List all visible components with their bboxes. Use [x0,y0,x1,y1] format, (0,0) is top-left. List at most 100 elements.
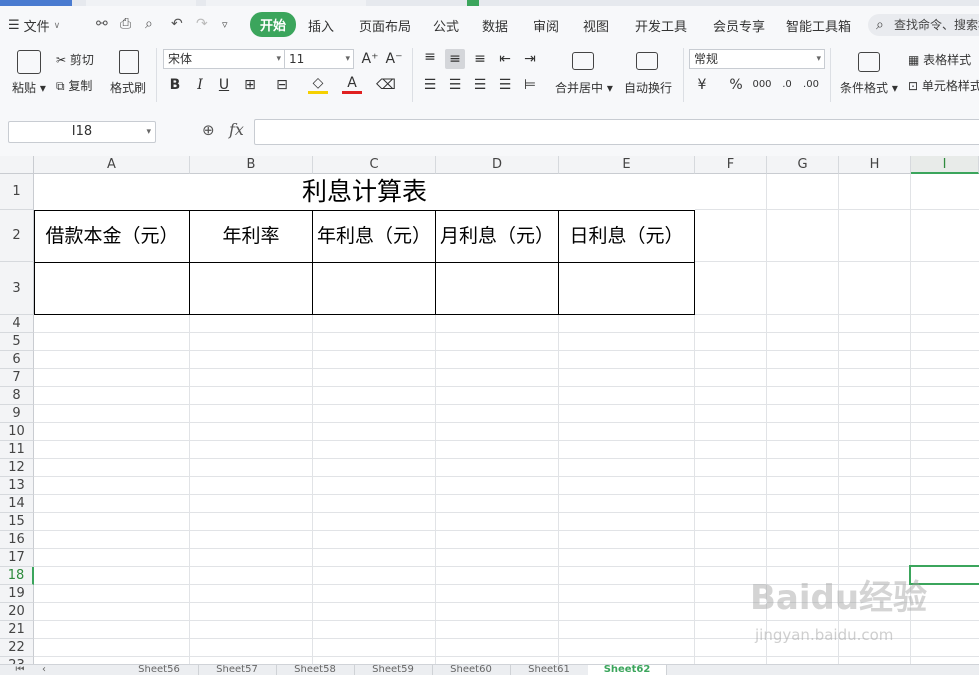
row-header-10[interactable]: 10 [0,423,34,441]
row-header-19[interactable]: 19 [0,585,34,603]
bold-icon[interactable]: B [165,75,185,95]
row-header-16[interactable]: 16 [0,531,34,549]
select-all-corner[interactable] [0,156,34,174]
redo-icon[interactable]: ↷ [196,16,208,32]
print-icon[interactable]: ⎙ [120,16,131,32]
formula-input[interactable] [254,119,979,145]
table-style-button[interactable]: ▦ 表格样式 [908,51,971,68]
column-header-c[interactable]: C [313,156,436,174]
tab-member[interactable]: 会员专享 [713,16,765,35]
tab-page-layout[interactable]: 页面布局 [359,16,411,35]
quick-access-dropdown-icon[interactable]: ▿ [222,18,228,31]
header-cell-annual-rate[interactable]: 年利率 [189,210,313,263]
row-header-7[interactable]: 7 [0,369,34,387]
column-header-f[interactable]: F [695,156,767,174]
tab-review[interactable]: 审阅 [533,16,559,35]
zoom-icon[interactable]: ⊕ [202,121,215,139]
align-center-icon[interactable]: ☰ [445,75,465,95]
row-header-21[interactable]: 21 [0,621,34,639]
align-bottom-icon[interactable]: ≡ [470,49,490,69]
copy-button[interactable]: ⧉ 复制 [56,77,92,94]
cell-style-button[interactable]: ⊡ 单元格样式 [908,77,979,94]
column-header-i[interactable]: I [911,156,979,174]
row-header-3[interactable]: 3 [0,262,34,315]
fx-icon[interactable]: fx [229,120,244,139]
row-header-9[interactable]: 9 [0,405,34,423]
increase-decimal-icon[interactable]: .0 [777,75,797,95]
row-header-17[interactable]: 17 [0,549,34,567]
align-right-icon[interactable]: ☰ [470,75,490,95]
row-header-4[interactable]: 4 [0,315,34,333]
wrap-text-button[interactable]: 自动换行 [624,79,672,96]
header-cell-daily-interest[interactable]: 日利息（元） [558,210,695,263]
eraser-icon[interactable]: ⌫ [376,75,396,95]
decrease-decimal-icon[interactable]: .00 [801,75,821,95]
data-cell-principal[interactable] [34,262,190,315]
header-cell-annual-interest[interactable]: 年利息（元） [312,210,436,263]
paste-icon[interactable] [17,50,41,74]
percent-icon[interactable]: % [726,75,746,95]
tab-insert[interactable]: 插入 [308,16,334,35]
row-header-1[interactable]: 1 [0,174,34,210]
header-cell-monthly-interest[interactable]: 月利息（元） [435,210,559,263]
align-middle-icon[interactable]: ≡ [445,49,465,69]
font-name-select[interactable]: 宋体 ▾ [163,49,285,69]
command-search-input[interactable]: ⌕ 查找命令、搜索模板 [868,14,979,36]
file-menu[interactable]: ☰ 文件 ∨ [8,16,60,35]
column-header-b[interactable]: B [190,156,313,174]
wrap-text-icon[interactable] [636,52,658,70]
distributed-icon[interactable]: ⊨ [520,75,540,95]
increase-indent-icon[interactable]: ⇥ [520,49,540,69]
row-header-12[interactable]: 12 [0,459,34,477]
paste-button[interactable]: 粘贴 ▾ [12,79,46,96]
column-header-e[interactable]: E [559,156,695,174]
row-header-23[interactable]: 23 [0,657,34,664]
format-painter-icon[interactable] [119,50,139,74]
name-box[interactable]: I18 ▾ [8,121,156,143]
decrease-indent-icon[interactable]: ⇤ [495,49,515,69]
header-cell-principal[interactable]: 借款本金（元） [34,210,190,263]
align-left-icon[interactable]: ☰ [420,75,440,95]
merge-center-icon[interactable] [572,52,594,70]
borders-icon[interactable]: ⊞ [240,75,260,95]
font-size-select[interactable]: 11 ▾ [284,49,354,69]
row-header-2[interactable]: 2 [0,210,34,262]
increase-font-icon[interactable]: A⁺ [360,49,380,69]
format-painter-button[interactable]: 格式刷 [110,79,146,96]
link-icon[interactable]: ⚯ [96,16,108,32]
fill-color-icon[interactable]: ◇ [308,75,328,94]
tab-smart-tools[interactable]: 智能工具箱 [786,16,851,35]
table-title[interactable]: 利息计算表 [34,174,695,210]
column-header-h[interactable]: H [839,156,911,174]
italic-icon[interactable]: I [190,75,210,95]
data-cell-annual-rate[interactable] [189,262,313,315]
tab-home[interactable]: 开始 [250,12,297,37]
data-cell-annual-interest[interactable] [312,262,436,315]
align-top-icon[interactable]: ≡ [420,47,440,67]
number-format-select[interactable]: 常规 ▾ [689,49,825,69]
data-cell-daily-interest[interactable] [558,262,695,315]
column-header-d[interactable]: D [436,156,559,174]
row-header-15[interactable]: 15 [0,513,34,531]
print-preview-icon[interactable]: ⌕ [145,16,153,32]
shading-icon[interactable]: ⊟ [272,75,292,95]
undo-icon[interactable]: ↶ [171,16,183,32]
tab-developer[interactable]: 开发工具 [635,16,687,35]
column-header-a[interactable]: A [34,156,190,174]
row-header-22[interactable]: 22 [0,639,34,657]
thousands-separator-icon[interactable]: 000 [752,75,772,95]
data-cell-monthly-interest[interactable] [435,262,559,315]
conditional-format-icon[interactable] [858,52,880,72]
row-header-18[interactable]: 18 [0,567,34,585]
tab-formulas[interactable]: 公式 [433,16,459,35]
row-header-6[interactable]: 6 [0,351,34,369]
row-header-8[interactable]: 8 [0,387,34,405]
decrease-font-icon[interactable]: A⁻ [384,49,404,69]
row-header-13[interactable]: 13 [0,477,34,495]
merge-center-button[interactable]: 合并居中 ▾ [555,79,613,96]
font-color-icon[interactable]: A [342,75,362,94]
cut-button[interactable]: ✂ 剪切 [56,51,94,68]
row-header-11[interactable]: 11 [0,441,34,459]
justify-icon[interactable]: ☰ [495,75,515,95]
row-header-20[interactable]: 20 [0,603,34,621]
